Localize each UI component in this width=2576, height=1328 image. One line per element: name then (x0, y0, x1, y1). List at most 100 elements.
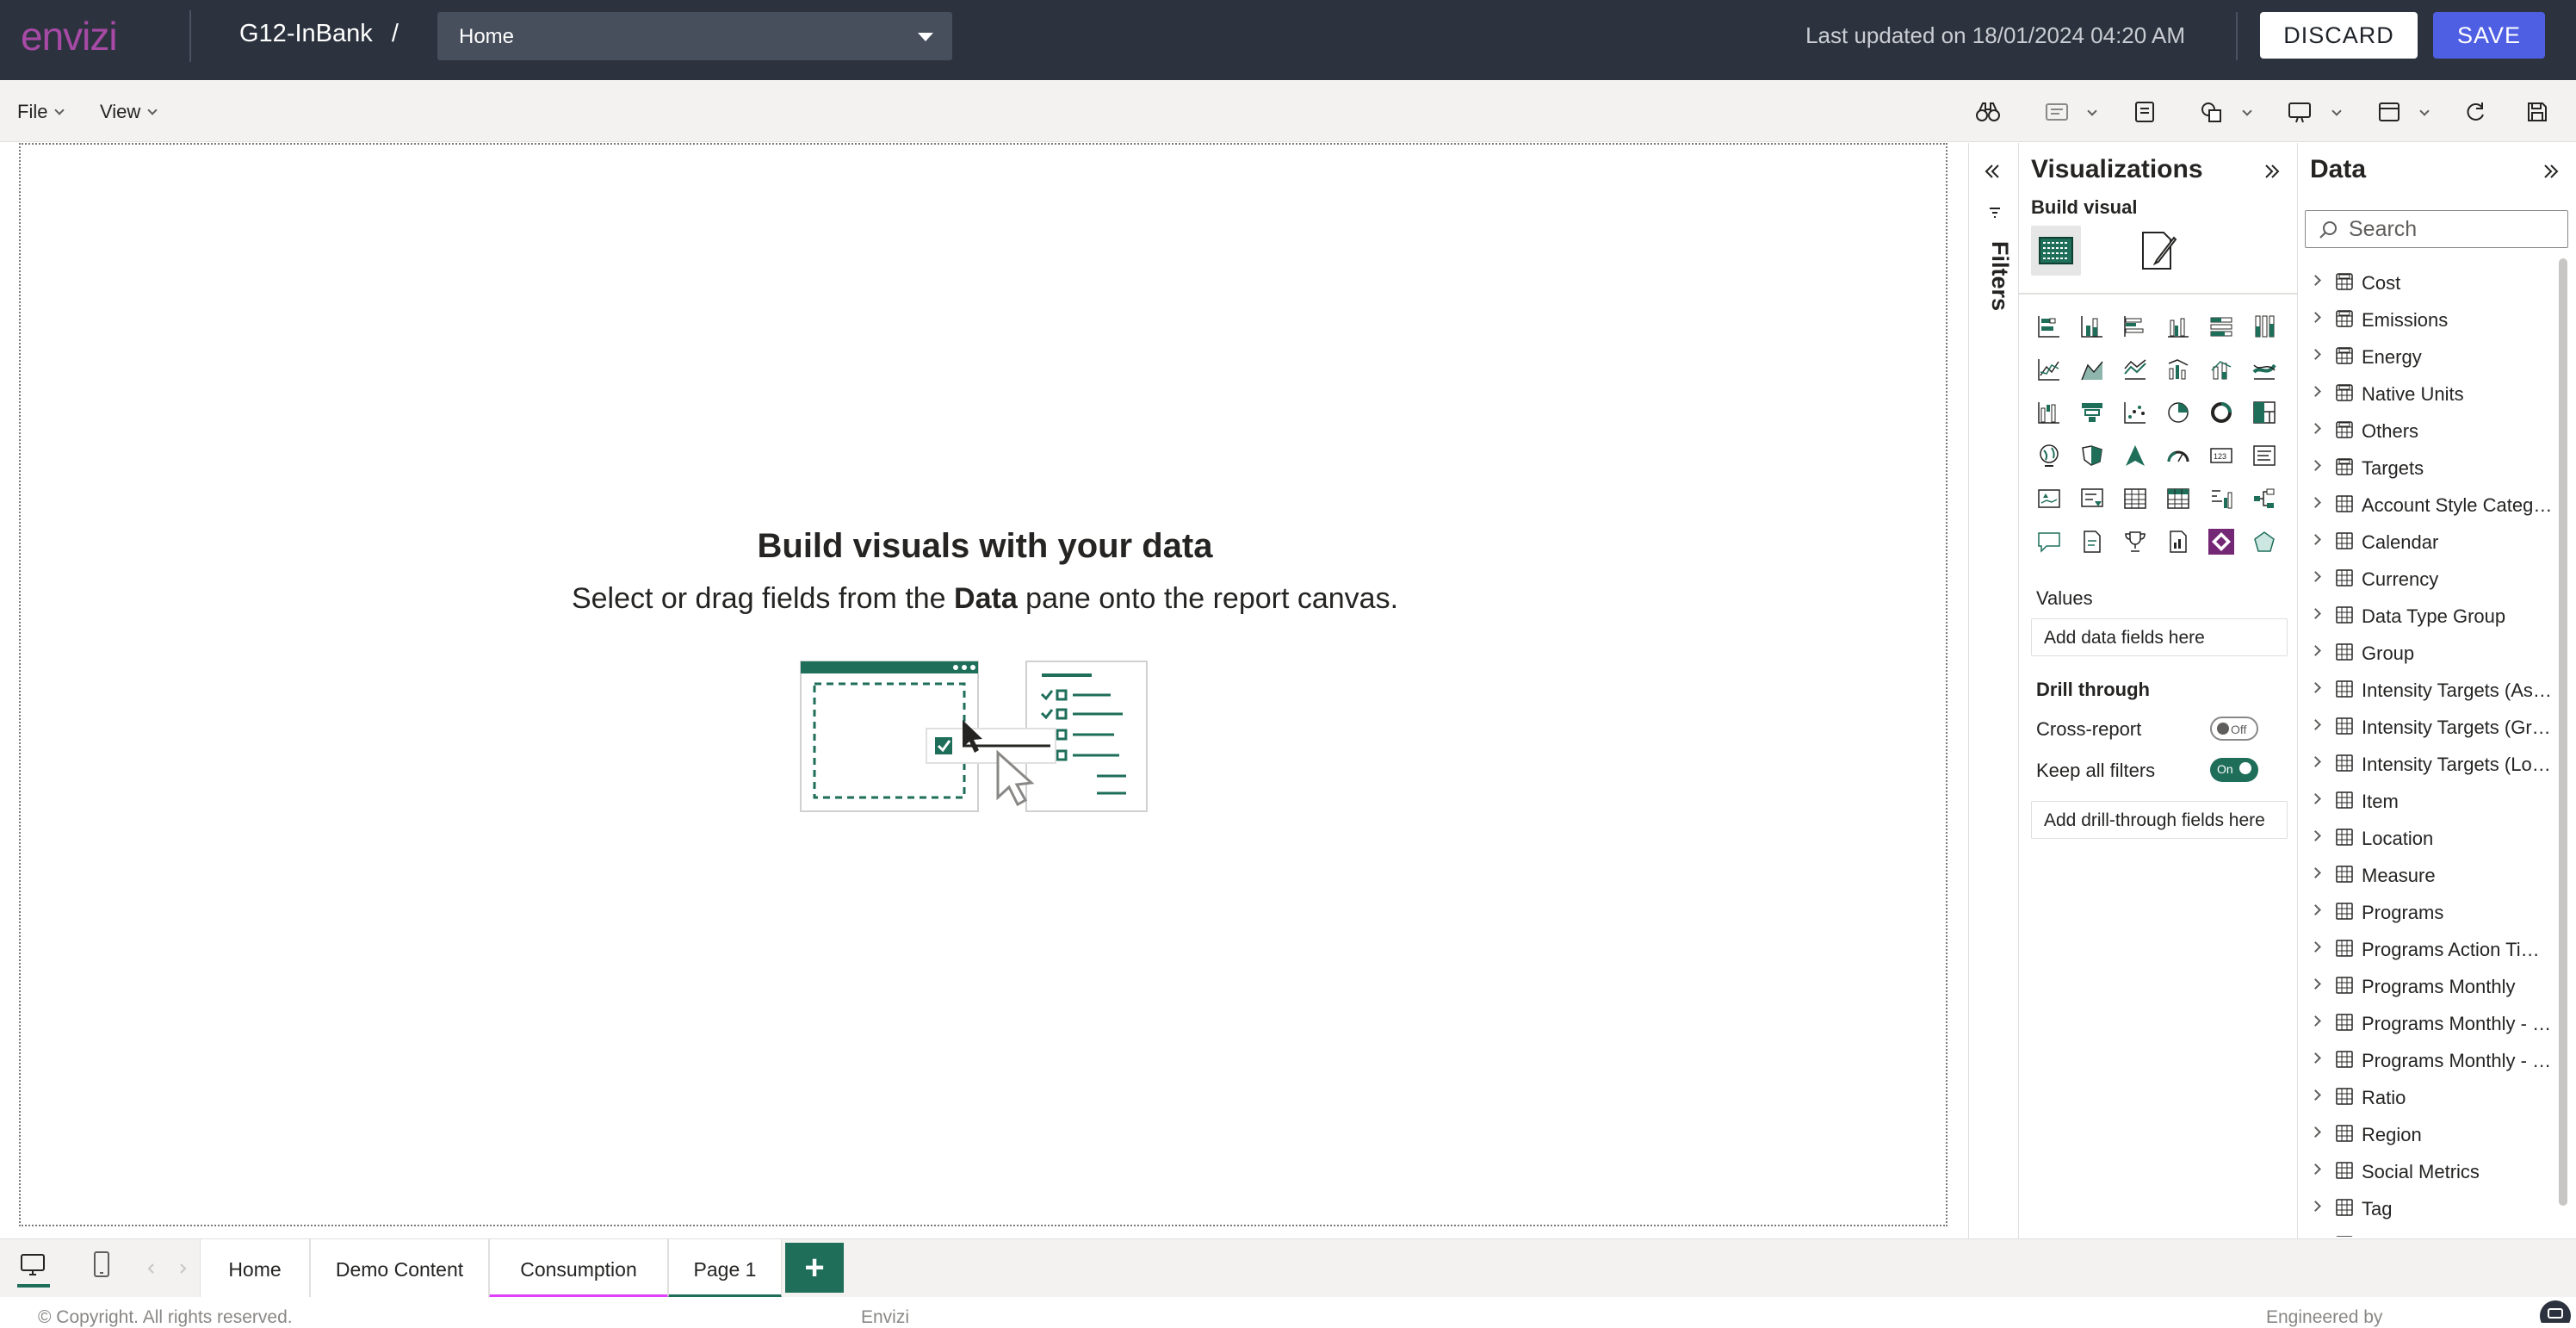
chevron-down-icon[interactable] (2087, 106, 2097, 116)
data-field-item[interactable]: Region (2298, 1115, 2556, 1152)
data-field-item[interactable]: Emissions (2298, 301, 2556, 338)
data-field-item[interactable]: Programs (2298, 893, 2556, 930)
data-field-item[interactable]: Intensity Targets (Loca... (2298, 745, 2556, 782)
stacked-area-icon[interactable] (2114, 348, 2157, 391)
clustered-column-icon[interactable] (2157, 305, 2200, 348)
data-pane-scrollbar[interactable] (2559, 258, 2567, 1206)
binoculars-icon[interactable] (1975, 99, 2001, 125)
chevron-right-icon[interactable] (2310, 460, 2321, 471)
data-field-item[interactable]: Measure (2298, 856, 2556, 893)
area-chart-icon[interactable] (2071, 348, 2114, 391)
format-visual-icon[interactable] (2136, 227, 2183, 274)
values-well[interactable]: Add data fields here (2031, 618, 2288, 656)
desktop-layout-icon[interactable] (19, 1251, 46, 1279)
chevron-right-icon[interactable] (2310, 1164, 2321, 1175)
card-icon[interactable]: 123 (2200, 434, 2243, 477)
data-field-item[interactable]: Location (2298, 819, 2556, 856)
chevron-right-icon[interactable] (2310, 275, 2321, 286)
data-field-item[interactable]: Intensity Targets (Ass... (2298, 671, 2556, 708)
refresh-icon[interactable] (2462, 99, 2488, 125)
chevron-right-icon[interactable] (2310, 978, 2321, 990)
cross-report-toggle[interactable]: Off (2210, 717, 2258, 741)
chevron-right-icon[interactable] (2310, 571, 2321, 582)
gauge-icon[interactable] (2157, 434, 2200, 477)
data-search-box[interactable] (2305, 210, 2568, 248)
chevron-right-icon[interactable] (2310, 904, 2321, 915)
power-apps-icon[interactable] (2200, 520, 2243, 563)
notes-icon[interactable] (2132, 99, 2158, 125)
data-field-item[interactable]: Programs Monthly - S... (2298, 1004, 2556, 1041)
chevron-right-icon[interactable] (2310, 793, 2321, 804)
multi-row-card-icon[interactable] (2243, 434, 2286, 477)
line-chart-icon[interactable] (2028, 348, 2071, 391)
scatter-chart-icon[interactable] (2114, 391, 2157, 434)
page-select-dropdown[interactable]: Home (437, 12, 952, 60)
shapes-icon[interactable] (2199, 99, 2225, 125)
data-field-item[interactable]: Others (2298, 412, 2556, 449)
key-influencers-icon[interactable] (2200, 477, 2243, 520)
stacked-column-icon[interactable] (2071, 305, 2114, 348)
line-clustered-column-icon[interactable] (2157, 348, 2200, 391)
line-stacked-column-icon[interactable] (2200, 348, 2243, 391)
data-search-input[interactable] (2349, 216, 2555, 242)
chevron-right-icon[interactable] (2310, 349, 2321, 360)
data-field-item[interactable]: Account Style Category (2298, 486, 2556, 523)
page-tab-page-1[interactable]: Page 1 (668, 1239, 782, 1298)
power-automate-icon[interactable] (2243, 520, 2286, 563)
kpi-icon[interactable] (2028, 477, 2071, 520)
goals-icon[interactable] (2114, 520, 2157, 563)
decomposition-tree-icon[interactable] (2243, 477, 2286, 520)
matrix-icon[interactable] (2157, 477, 2200, 520)
chevron-right-icon[interactable] (176, 1262, 189, 1275)
data-field-item[interactable]: Currency (2298, 560, 2556, 597)
data-field-item[interactable]: Ratio (2298, 1078, 2556, 1115)
chevron-right-icon[interactable] (2310, 497, 2321, 508)
drill-through-well[interactable]: Add drill-through fields here (2031, 801, 2288, 839)
save-icon[interactable] (2524, 99, 2550, 125)
treemap-icon[interactable] (2243, 391, 2286, 434)
chat-icon[interactable] (2538, 1297, 2573, 1323)
data-field-item[interactable]: Cost (2298, 264, 2556, 301)
data-field-item[interactable]: Calendar (2298, 523, 2556, 560)
chevron-right-icon[interactable] (2310, 1201, 2321, 1212)
pie-chart-icon[interactable] (2157, 391, 2200, 434)
azure-map-icon[interactable] (2114, 434, 2157, 477)
table-icon[interactable] (2114, 477, 2157, 520)
data-field-item[interactable]: Item (2298, 782, 2556, 819)
chevron-right-icon[interactable] (2310, 386, 2321, 397)
chevron-right-icon[interactable] (2310, 1089, 2321, 1101)
chevron-down-icon[interactable] (2419, 106, 2430, 116)
chevron-right-icon[interactable] (2310, 719, 2321, 730)
waterfall-icon[interactable] (2028, 391, 2071, 434)
chevron-right-icon[interactable] (2310, 830, 2321, 841)
discard-button[interactable]: DISCARD (2260, 12, 2418, 59)
chevron-right-icon[interactable] (2310, 645, 2321, 656)
chevron-right-icon[interactable] (2310, 756, 2321, 767)
save-button[interactable]: SAVE (2433, 12, 2545, 59)
data-field-item[interactable]: Native Units (2298, 375, 2556, 412)
data-field-item[interactable]: Programs Monthly (2298, 967, 2556, 1004)
funnel-icon[interactable] (2071, 391, 2114, 434)
100-stacked-bar-icon[interactable] (2200, 305, 2243, 348)
view-menu[interactable]: View (100, 101, 158, 123)
textbox-icon[interactable] (2044, 99, 2070, 125)
chevron-down-icon[interactable] (2242, 106, 2252, 116)
file-menu[interactable]: File (17, 101, 65, 123)
chevron-right-icon[interactable] (2310, 1015, 2321, 1027)
filters-label[interactable]: Filters (1972, 241, 2013, 327)
filled-map-icon[interactable] (2071, 434, 2114, 477)
chevron-right-icon[interactable] (2310, 867, 2321, 878)
chevron-down-icon[interactable] (2331, 106, 2342, 116)
chevron-right-icon[interactable] (2310, 312, 2321, 323)
data-field-item[interactable]: Group (2298, 634, 2556, 671)
chevron-right-icon[interactable] (2310, 534, 2321, 545)
expand-left-icon[interactable] (1983, 162, 2002, 181)
data-field-item[interactable]: Targets (2298, 449, 2556, 486)
data-field-item[interactable]: Intensity Targets (Gro... (2298, 708, 2556, 745)
donut-chart-icon[interactable] (2200, 391, 2243, 434)
qa-icon[interactable] (2028, 520, 2071, 563)
page-tab-demo-content[interactable]: Demo Content (310, 1239, 489, 1298)
chevron-right-icon[interactable] (2310, 423, 2321, 434)
data-field-item[interactable]: Social Metrics (2298, 1152, 2556, 1189)
mobile-layout-icon[interactable] (90, 1250, 114, 1281)
